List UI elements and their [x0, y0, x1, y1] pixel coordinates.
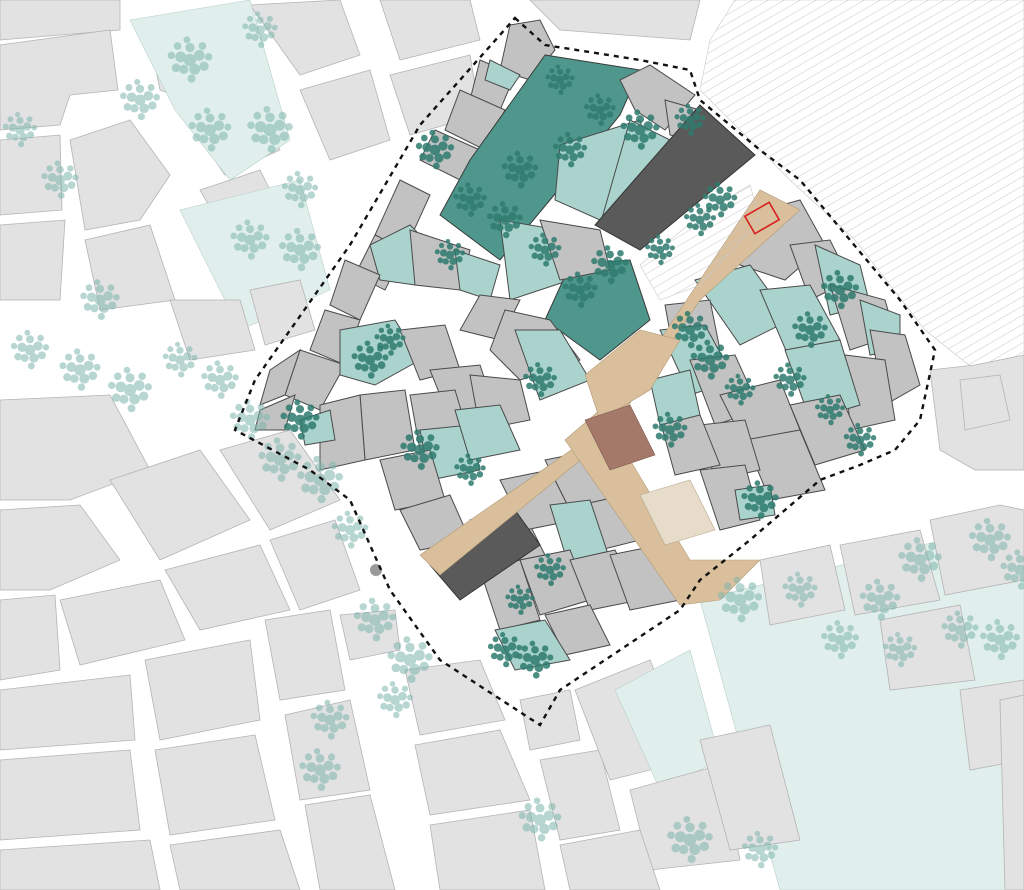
- tree-icon: [201, 360, 239, 400]
- urban-block-map: [0, 0, 1024, 890]
- tree-icon: [377, 681, 413, 719]
- tree-icon: [120, 78, 160, 121]
- tree-icon: [59, 348, 101, 391]
- tree-icon: [10, 329, 50, 370]
